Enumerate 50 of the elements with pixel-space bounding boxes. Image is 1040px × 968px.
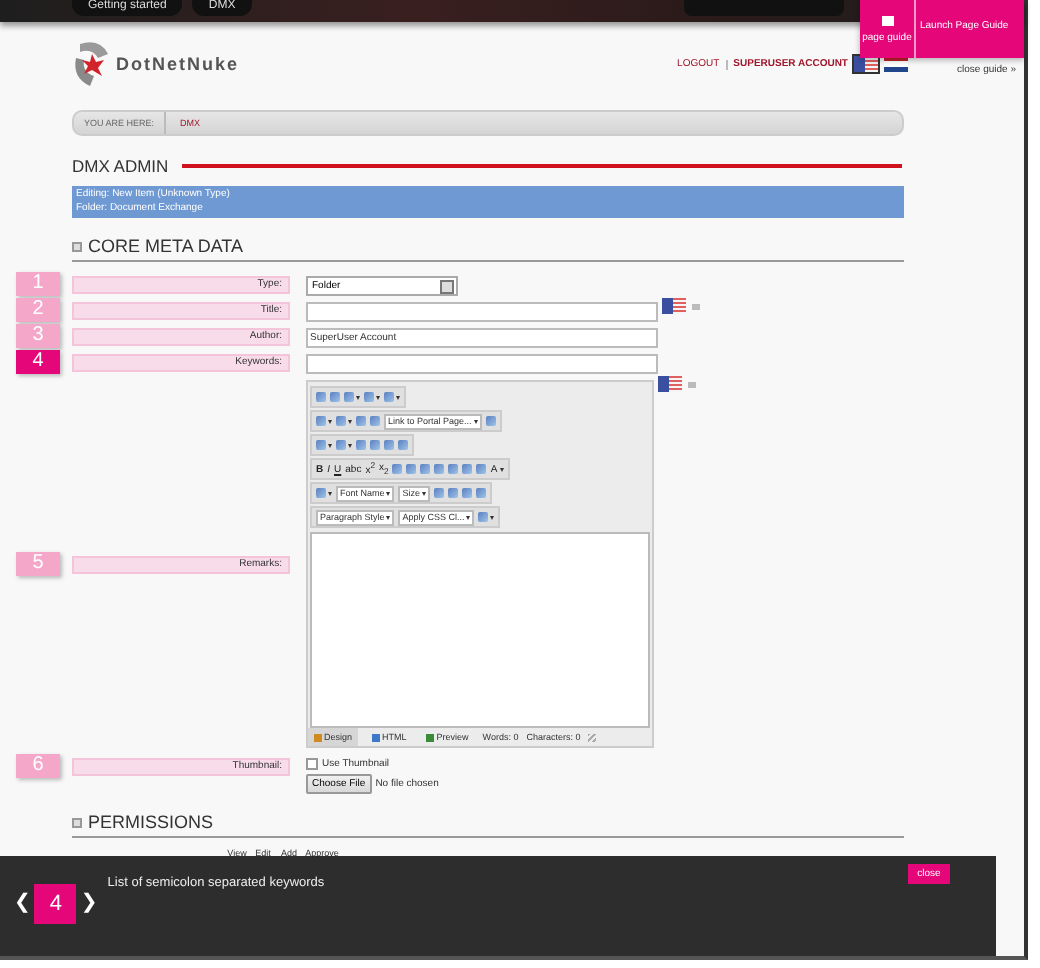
tool-icon (478, 512, 489, 522)
resize-grip-icon[interactable] (588, 733, 597, 741)
flag-icon (658, 376, 682, 392)
caret-icon (396, 395, 400, 399)
caret-icon (499, 467, 504, 471)
caret-icon (328, 419, 332, 423)
caret-icon (473, 419, 478, 423)
section-heading: PERMISSIONS (88, 812, 214, 832)
toolbar-button[interactable] (336, 416, 352, 426)
caret-icon (422, 491, 427, 495)
caret-icon (386, 491, 391, 495)
toolbar-button[interactable] (316, 416, 332, 426)
checkbox[interactable] (306, 758, 318, 770)
collapse-icon[interactable] (72, 241, 82, 251)
caret-icon (490, 515, 495, 519)
next-button[interactable]: ❯ (76, 892, 102, 914)
dropdown-button[interactable] (688, 381, 696, 387)
logo-icon (72, 38, 112, 90)
section-heading: CORE META DATA (88, 236, 244, 256)
toolbar-button[interactable] (316, 488, 332, 498)
toolbar-button[interactable] (364, 392, 380, 402)
caret-icon (376, 395, 380, 399)
previous-button[interactable]: ❮ (10, 892, 35, 914)
monitor-icon (881, 15, 893, 25)
caret-icon (328, 491, 332, 495)
page-title: DMX ADMIN (72, 156, 169, 176)
toolbar-button[interactable] (316, 440, 332, 450)
tool-icon (485, 416, 496, 426)
toolbar-button[interactable] (384, 392, 400, 402)
flag-icon[interactable] (854, 56, 878, 72)
step-badge: 4 (34, 884, 77, 924)
logo-text: DotNetNuke (116, 54, 240, 74)
toolbar-button[interactable] (336, 440, 352, 450)
caret-icon (356, 395, 360, 399)
tool-icon (316, 488, 326, 498)
dropdown-button[interactable] (692, 303, 700, 309)
collapse-icon[interactable] (72, 817, 82, 827)
flag-icon (662, 298, 686, 314)
caret-icon (348, 419, 352, 423)
editor-area[interactable] (310, 532, 650, 728)
caret-icon (466, 515, 471, 519)
caret-icon (328, 443, 332, 447)
text-field[interactable] (306, 354, 658, 374)
caret-icon (348, 443, 352, 447)
guide-step-badge[interactable]: 4 (16, 350, 60, 374)
toolbar-button[interactable] (344, 392, 360, 402)
search-field[interactable] (684, 0, 844, 16)
caret-icon (386, 515, 391, 519)
text-field[interactable] (306, 302, 658, 322)
toolbar-button[interactable] (478, 512, 495, 522)
